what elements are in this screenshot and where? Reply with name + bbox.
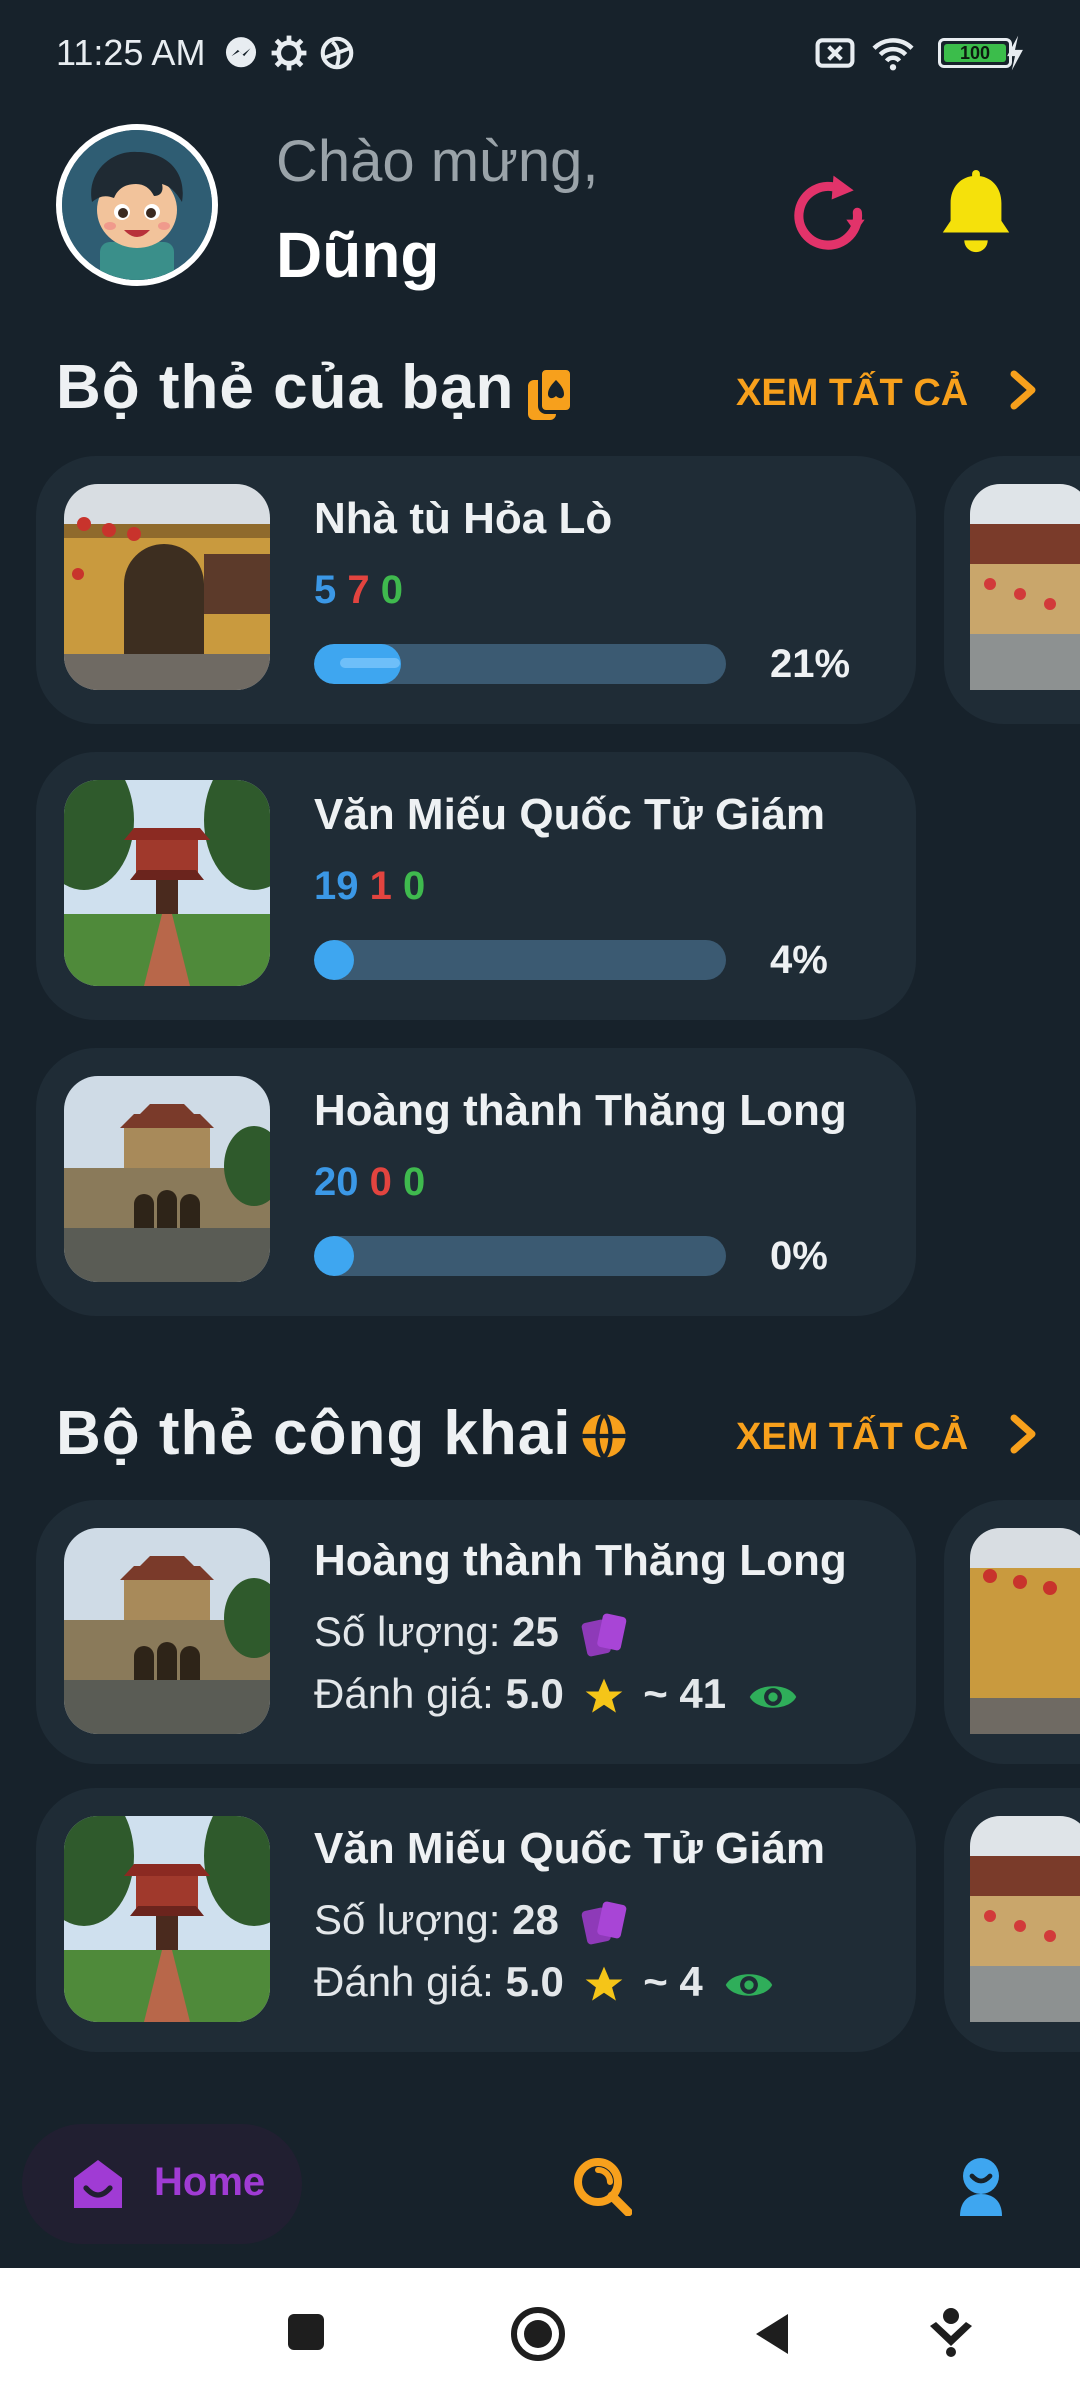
cards-icon bbox=[582, 1901, 627, 1945]
deck-thumbnail-peek bbox=[970, 1816, 1080, 2022]
refresh-icon[interactable] bbox=[784, 172, 872, 260]
username: Dũng bbox=[276, 219, 440, 291]
stat-red-count: 1 bbox=[369, 864, 392, 908]
deck-title: Nhà tù Hỏa Lò bbox=[314, 494, 613, 543]
no-sim-icon bbox=[815, 38, 855, 68]
settings-gear-icon bbox=[271, 35, 307, 71]
eye-icon bbox=[749, 1686, 797, 1708]
status-time: 11:25 AM bbox=[56, 32, 206, 73]
home-icon[interactable] bbox=[72, 2158, 124, 2210]
rating-label: Đánh giá: bbox=[314, 1958, 494, 2005]
deck-card[interactable]: Nhà tù Hỏa Lò 5 7 0 21% bbox=[36, 456, 916, 724]
views-value: ~ 41 bbox=[643, 1670, 727, 1717]
public-deck-card[interactable]: Hoàng thành Thăng Long Số lượng: 25 Đánh… bbox=[36, 1500, 916, 1764]
deck-progress-fill bbox=[314, 1236, 354, 1276]
stat-blue-count: 19 bbox=[314, 864, 359, 908]
deck-stats: 5 7 0 bbox=[314, 568, 403, 613]
quantity-value: 28 bbox=[512, 1896, 559, 1943]
chevron-right-icon[interactable] bbox=[1008, 370, 1038, 410]
deck-thumbnail-hoa-lo bbox=[64, 484, 270, 690]
deck-progress-bar bbox=[314, 644, 726, 684]
cards-icon bbox=[582, 1613, 627, 1657]
deck-progress-percent: 4% bbox=[770, 938, 828, 982]
deck-thumbnail-van-mieu bbox=[64, 1816, 270, 2022]
stat-blue-count: 5 bbox=[314, 568, 337, 612]
deck-progress-percent: 0% bbox=[770, 1234, 828, 1278]
star-icon bbox=[585, 1678, 622, 1713]
deck-thumbnail-peek bbox=[970, 1528, 1080, 1734]
deck-title: Văn Miếu Quốc Tử Giám bbox=[314, 1824, 826, 1873]
stat-red-count: 7 bbox=[347, 568, 370, 612]
vpn-icon bbox=[320, 36, 354, 70]
deck-rating: Đánh giá: 5.0 ~ 41 bbox=[314, 1670, 798, 1719]
public-deck-card-peek[interactable] bbox=[944, 1500, 1080, 1764]
stat-red-count: 0 bbox=[369, 1160, 392, 1204]
deck-quantity: Số lượng: 25 bbox=[314, 1608, 630, 1659]
deck-title: Hoàng thành Thăng Long bbox=[314, 1086, 847, 1135]
rating-value: 5.0 bbox=[505, 1670, 564, 1717]
recent-apps-icon[interactable] bbox=[286, 2312, 326, 2352]
rating-label: Đánh giá: bbox=[314, 1670, 494, 1717]
deck-progress-fill bbox=[314, 940, 354, 980]
public-decks-title: Bộ thẻ công khai bbox=[56, 1399, 572, 1468]
my-decks-title: Bộ thẻ của bạn bbox=[56, 353, 515, 422]
star-icon bbox=[585, 1966, 622, 2001]
notification-bell-icon[interactable] bbox=[936, 170, 1016, 256]
assistant-icon[interactable] bbox=[928, 2306, 974, 2358]
rating-value: 5.0 bbox=[505, 1958, 564, 2005]
greeting-text: Chào mừng, bbox=[276, 129, 599, 194]
stat-green-count: 0 bbox=[403, 1160, 426, 1204]
deck-progress-percent: 21% bbox=[770, 642, 851, 686]
stat-green-count: 0 bbox=[403, 864, 426, 908]
deck-quantity: Số lượng: 28 bbox=[314, 1896, 630, 1947]
deck-thumbnail-peek bbox=[970, 484, 1080, 690]
deck-title: Hoàng thành Thăng Long bbox=[314, 1536, 847, 1585]
deck-thumbnail-hoang-thanh bbox=[64, 1528, 270, 1734]
chevron-right-icon[interactable] bbox=[1008, 1414, 1038, 1454]
deck-card-peek[interactable] bbox=[944, 456, 1080, 724]
messenger-icon bbox=[225, 37, 257, 68]
my-decks-see-all-link[interactable]: XEM TẤT CẢ bbox=[736, 372, 968, 415]
wifi-icon bbox=[872, 38, 914, 71]
quantity-label: Số lượng: bbox=[314, 1896, 501, 1943]
quantity-value: 25 bbox=[512, 1608, 559, 1655]
stat-green-count: 0 bbox=[380, 568, 403, 612]
deck-card[interactable]: Văn Miếu Quốc Tử Giám 19 1 0 4% bbox=[36, 752, 916, 1020]
deck-title: Văn Miếu Quốc Tử Giám bbox=[314, 790, 826, 839]
nav-home-label[interactable]: Home bbox=[154, 2160, 265, 2205]
search-icon[interactable] bbox=[572, 2156, 632, 2216]
charging-icon bbox=[1007, 35, 1023, 71]
public-deck-card[interactable]: Văn Miếu Quốc Tử Giám Số lượng: 28 Đánh … bbox=[36, 1788, 916, 2052]
deck-thumbnail-hoang-thanh bbox=[64, 1076, 270, 1282]
avatar-cartoon-boy bbox=[62, 130, 212, 280]
deck-rating: Đánh giá: 5.0 ~ 4 bbox=[314, 1958, 774, 2007]
quantity-label: Số lượng: bbox=[314, 1608, 501, 1655]
deck-stats: 19 1 0 bbox=[314, 864, 425, 909]
deck-progress-bar bbox=[314, 940, 726, 980]
deck-progress-bar bbox=[314, 1236, 726, 1276]
battery-indicator: 100 bbox=[938, 38, 1012, 68]
stat-blue-count: 20 bbox=[314, 1160, 359, 1204]
battery-level: 100 bbox=[944, 44, 1006, 62]
views-value: ~ 4 bbox=[643, 1958, 703, 2005]
public-decks-see-all-link[interactable]: XEM TẤT CẢ bbox=[736, 1416, 968, 1459]
deck-stats: 20 0 0 bbox=[314, 1160, 425, 1205]
deck-card[interactable]: Hoàng thành Thăng Long 20 0 0 0% bbox=[36, 1048, 916, 1316]
public-deck-card-peek[interactable] bbox=[944, 1788, 1080, 2052]
globe-icon bbox=[582, 1412, 626, 1460]
home-button-icon[interactable] bbox=[510, 2306, 566, 2362]
back-icon[interactable] bbox=[752, 2310, 792, 2358]
cards-stack-icon bbox=[528, 366, 574, 420]
profile-icon[interactable] bbox=[956, 2156, 1006, 2216]
avatar[interactable] bbox=[56, 124, 218, 286]
eye-icon bbox=[726, 1974, 773, 1996]
deck-thumbnail-van-mieu bbox=[64, 780, 270, 986]
